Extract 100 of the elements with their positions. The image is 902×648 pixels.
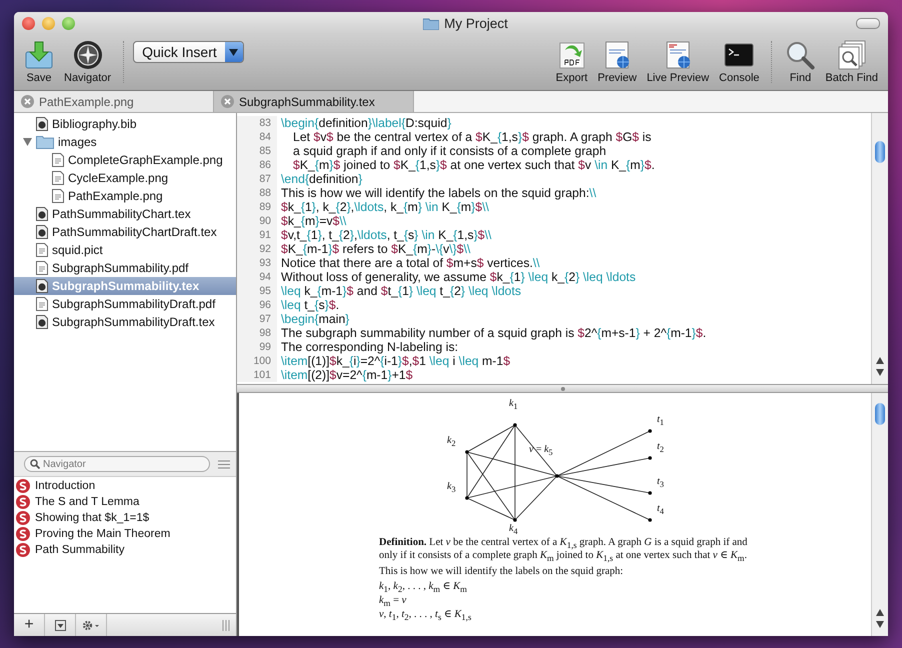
math-line: v, t$_{1}$, t$_{2}$, . . . , t$_{s}$ ∈ K$_{1,s}$	[379, 608, 472, 623]
toolbar-button[interactable]: Batch Find	[821, 40, 882, 84]
document-icon	[36, 207, 48, 221]
document-paragraph: This is how we will identify the labels on the squid graph:	[379, 566, 624, 578]
code-line: This is how we will identify the labels on the squid graph:\\	[280, 186, 596, 200]
file-item[interactable]: CycleExample.png	[14, 169, 236, 187]
close-icon[interactable]	[21, 95, 34, 108]
pdf-export-icon	[556, 40, 587, 70]
document-icon	[36, 117, 48, 131]
folder-icon	[36, 135, 54, 149]
line-number: 93	[237, 256, 277, 270]
dropdown-icon	[54, 620, 66, 630]
line-number: 87	[237, 172, 277, 186]
file-icon	[52, 171, 64, 185]
navigator-item[interactable]: Showing that $k_1=1$	[14, 510, 236, 526]
line-number: 98	[237, 326, 277, 340]
resize-grip-icon[interactable]	[222, 620, 230, 630]
line-number: 99	[237, 340, 277, 354]
vertex-label: t$_{2}$	[657, 442, 664, 454]
vertex-label: t$_{1}$	[657, 415, 664, 428]
file-item[interactable]: SubgraphSummabilityDraft.tex	[14, 313, 236, 331]
code-line: \leq t_{s}$.	[280, 298, 340, 312]
vertex-label: v = k$_{5}$	[529, 445, 553, 458]
zoom-button[interactable]	[62, 16, 75, 30]
folder-icon	[423, 16, 440, 30]
vertex-label: k$_{2}$	[447, 436, 456, 448]
vertex-label: k$_{3}$	[447, 482, 456, 494]
file-item[interactable]: SubgraphSummabilityDraft.pdf	[14, 295, 236, 313]
scroll-down-icon[interactable]	[876, 621, 884, 628]
toolbar-button[interactable]: Export	[552, 40, 592, 84]
math-line: k$_{m}$ = v	[379, 595, 408, 609]
scroll-up-icon[interactable]	[876, 609, 884, 616]
code-line: Without loss of generality, we assume $k_{1} \leq k_{2} \leq \ldots	[280, 270, 636, 284]
code-line: The corresponding N-labeling is:	[280, 340, 458, 354]
line-number: 83	[237, 116, 277, 130]
file-item[interactable]: Bibliography.bib	[14, 115, 236, 133]
close-button[interactable]	[22, 16, 35, 30]
window-title: My Project	[444, 16, 508, 30]
navigator-item[interactable]: The S and T Lemma	[14, 494, 236, 510]
quick-insert-dropdown[interactable]: Quick Insert	[133, 41, 244, 63]
scroll-thumb[interactable]	[875, 141, 885, 163]
code-line: $k_{1}, k_{2},\ldots, k_{m} \in K_{m}$\\	[280, 200, 489, 214]
scroll-up-icon[interactable]	[876, 357, 884, 364]
code-line: $K_{m}$ joined to $K_{1,s}$ at one vertex such that $v \in K_{m}$.	[292, 158, 655, 172]
file-item[interactable]: PathSummabilityChart.tex	[14, 205, 236, 223]
file-item[interactable]: CompleteGraphExample.png	[14, 151, 236, 169]
file-icon	[36, 243, 48, 257]
toolbar-button[interactable]: Find	[781, 40, 820, 84]
code-line: \leq k_{m-1}$ and $t_{1} \leq t_{2} \leq \ldots	[280, 284, 522, 298]
file-item[interactable]: images	[14, 133, 236, 151]
navigator-search-field[interactable]: Navigator	[24, 456, 210, 472]
add-button[interactable]: +	[14, 614, 45, 636]
vertex-label: t$_{4}$	[657, 504, 664, 516]
settings-icon	[82, 620, 100, 630]
line-number: 100	[237, 354, 277, 368]
document-tab[interactable]: PathExample.png	[14, 91, 214, 112]
menu-icon[interactable]	[218, 460, 230, 468]
line-number: 88	[237, 186, 277, 200]
file-icon	[52, 189, 64, 203]
toolbar-button[interactable]: Live Preview	[642, 40, 714, 84]
toolbar-toggle-button[interactable]	[856, 18, 880, 28]
compass-icon	[72, 40, 103, 70]
code-line: The subgraph summability number of a squid graph is $2^{m+s-1} + 2^{m-1}$.	[280, 326, 706, 340]
file-item[interactable]: SubgraphSummability.pdf	[14, 259, 236, 277]
file-item[interactable]: PathExample.png	[14, 187, 236, 205]
navigator-item[interactable]: Proving the Main Theorem	[14, 526, 236, 542]
line-number: 89	[237, 200, 277, 214]
toolbar-button[interactable]: Save	[20, 40, 58, 84]
splitter-handle[interactable]	[560, 386, 564, 390]
line-number: 96	[237, 298, 277, 312]
scroll-thumb[interactable]	[875, 403, 885, 425]
navigator-item[interactable]: Introduction	[14, 478, 236, 494]
scroll-down-icon[interactable]	[876, 369, 884, 376]
document-icon	[36, 315, 48, 329]
code-line: a squid graph if and only if it consists of a complete graph	[292, 144, 606, 158]
toolbar-button[interactable]: Console	[715, 40, 764, 84]
code-line: Notice that there are a total of $m+s$ vertices.\\	[280, 256, 540, 270]
code-line: Let $v$ be the central vertex of a $K_{1,s}$ graph. A graph $G$ is	[292, 130, 652, 144]
vertex-label: k$_{1}$	[509, 399, 518, 412]
navigator-item[interactable]: Path Summability	[14, 542, 236, 558]
code-line: \item[(1)]$k_{i}=2^{i-1}$,$1 \leq i \leq m-1$	[280, 354, 510, 368]
close-icon[interactable]	[221, 95, 234, 108]
file-item[interactable]: PathSummabilityChartDraft.tex	[14, 223, 236, 241]
vertex-label: k$_{4}$	[509, 524, 518, 536]
line-number: 85	[237, 144, 277, 158]
code-line: \item[(2)]$v=2^{m-1}+1$	[280, 368, 413, 382]
document-tab[interactable]: SubgraphSummability.tex	[214, 91, 414, 112]
toolbar-button[interactable]: Navigator	[60, 40, 116, 84]
scrollbar[interactable]	[871, 113, 888, 384]
vertex-label: t$_{3}$	[657, 477, 664, 490]
save-icon	[24, 40, 54, 70]
line-number: 92	[237, 242, 277, 256]
scrollbar[interactable]	[871, 393, 888, 636]
code-line: \begin{main}	[280, 312, 350, 326]
toolbar-button[interactable]: Preview	[594, 40, 641, 84]
disclosure-triangle-icon[interactable]	[23, 138, 32, 146]
line-number: 90	[237, 214, 277, 228]
magnifier-icon	[785, 40, 816, 70]
file-item[interactable]: squid.pict	[14, 241, 236, 259]
code-line: $v,t_{1}, t_{2},\ldots, t_{s} \in K_{1,s}$\\	[280, 228, 492, 242]
